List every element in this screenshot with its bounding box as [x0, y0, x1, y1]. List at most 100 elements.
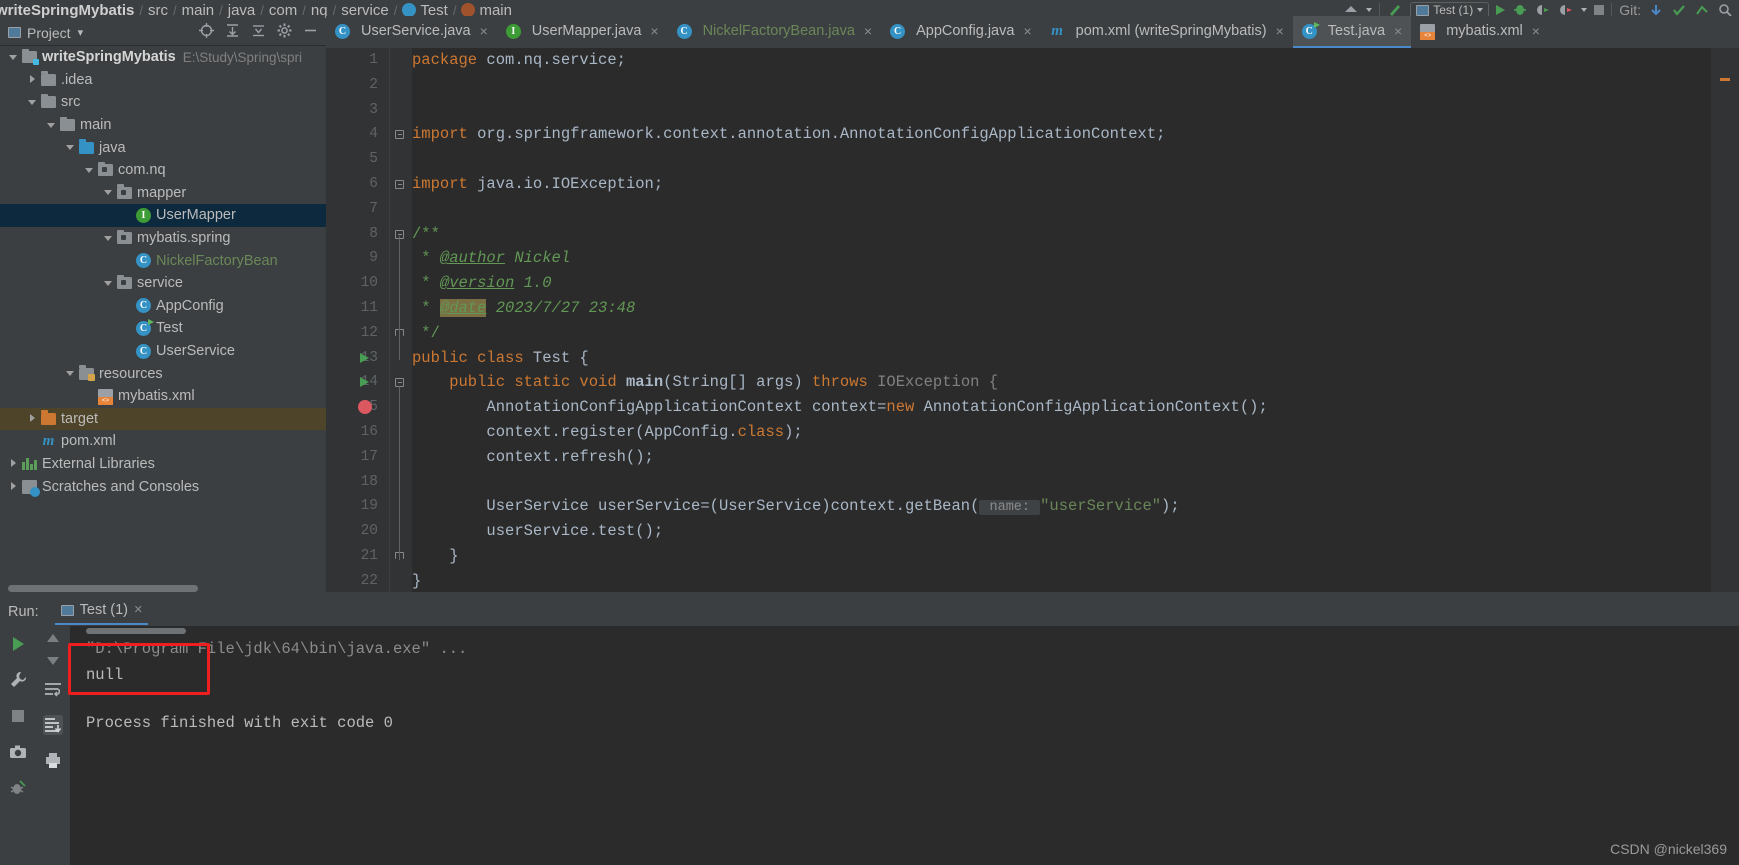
console-output[interactable]: "D:\Program File\jdk\64\bin\java.exe" ..…	[70, 626, 1739, 865]
breadcrumb-item[interactable]: com	[269, 2, 297, 19]
tree-node-service[interactable]: service	[0, 272, 326, 295]
editor-tab-mybatis-xml[interactable]: mybatis.xml ×	[1411, 16, 1549, 48]
project-title[interactable]: Project	[27, 25, 71, 41]
chevron-right-icon[interactable]	[27, 413, 38, 424]
tree-node-appconfig[interactable]: C AppConfig	[0, 295, 326, 318]
chevron-down-icon[interactable]	[103, 278, 114, 289]
hide-icon[interactable]	[303, 23, 318, 43]
tree-node-target[interactable]: target	[0, 407, 326, 431]
editor-fold-column[interactable]	[390, 48, 412, 592]
tree-node-test[interactable]: C Test	[0, 317, 326, 340]
editor-tab-appconfig-java[interactable]: C AppConfig.java ×	[881, 16, 1041, 48]
chevron-down-icon[interactable]	[1366, 8, 1373, 12]
tree-node-nickelfactorybean[interactable]: C NickelFactoryBean	[0, 249, 326, 272]
tree-node-userservice[interactable]: C UserService	[0, 340, 326, 363]
close-icon[interactable]: ×	[1276, 23, 1284, 39]
down-arrow-icon[interactable]	[47, 657, 59, 665]
print-icon[interactable]	[43, 750, 63, 770]
scroll-to-end-icon[interactable]	[43, 715, 63, 735]
thread-dump-icon[interactable]	[8, 778, 28, 798]
chevron-right-icon[interactable]	[8, 458, 19, 469]
project-tree[interactable]: writeSpringMybatis E:\Study\Spring\spri .i…	[0, 46, 326, 585]
tree-node-usermapper[interactable]: I UserMapper	[0, 204, 326, 227]
close-icon[interactable]: ×	[1023, 23, 1031, 39]
expand-all-icon[interactable]	[225, 23, 240, 43]
close-icon[interactable]: ×	[650, 23, 658, 39]
wrench-icon[interactable]	[8, 670, 28, 690]
commit-icon[interactable]	[1671, 3, 1687, 17]
code-text-area[interactable]: package com.nq.service; import org.spring…	[412, 48, 1739, 592]
editor-tab-pom-xml-writespringmybatis-[interactable]: m pom.xml (writeSpringMybatis) ×	[1041, 16, 1293, 48]
chevron-down-icon[interactable]	[27, 97, 38, 108]
chevron-down-icon[interactable]	[1581, 8, 1588, 12]
search-everywhere-icon[interactable]	[1717, 3, 1733, 17]
stop-icon[interactable]	[1594, 5, 1605, 15]
tree-node-mybatis-xml[interactable]: mybatis.xml	[0, 385, 326, 408]
chevron-down-icon[interactable]: ▾	[78, 26, 84, 39]
collapse-all-icon[interactable]	[251, 23, 266, 43]
code-fold-icon[interactable]	[395, 180, 404, 189]
chevron-down-icon[interactable]	[46, 120, 57, 131]
chevron-down-icon[interactable]	[65, 368, 76, 379]
locate-icon[interactable]	[199, 22, 214, 43]
run-gutter-icon[interactable]	[360, 377, 369, 388]
tree-node-java[interactable]: java	[0, 136, 326, 159]
tree-node-external-libraries[interactable]: External Libraries	[0, 453, 326, 476]
chevron-right-icon[interactable]	[8, 481, 19, 492]
chevron-down-icon[interactable]	[84, 165, 95, 176]
code-editor[interactable]: 12345678910111213141516171819202122 pack…	[326, 48, 1739, 592]
close-icon[interactable]: ×	[134, 602, 142, 618]
hammer-icon[interactable]	[1387, 3, 1403, 17]
code-fold-icon[interactable]	[395, 130, 404, 140]
profiler-icon[interactable]	[1558, 3, 1574, 17]
close-icon[interactable]: ×	[1394, 23, 1402, 39]
rerun-icon[interactable]	[8, 634, 28, 654]
stop-icon[interactable]	[8, 706, 28, 726]
tree-node-com-nq[interactable]: com.nq	[0, 159, 326, 182]
run-with-coverage-icon[interactable]	[1535, 3, 1551, 17]
editor-marker-strip[interactable]	[1711, 48, 1739, 592]
breadcrumb-item[interactable]: writeSpringMybatis	[0, 2, 134, 19]
debug-icon[interactable]	[1512, 3, 1528, 17]
tree-node-mybatis-spring[interactable]: mybatis.spring	[0, 227, 326, 250]
chevron-down-icon[interactable]	[65, 142, 76, 153]
chevron-down-icon[interactable]	[103, 187, 114, 198]
chevron-down-icon[interactable]	[103, 233, 114, 244]
tree-node-writespringmybatis[interactable]: writeSpringMybatis E:\Study\Spring\spri	[0, 46, 326, 69]
editor-tab-test-java[interactable]: C Test.java ×	[1292, 16, 1412, 48]
build-icon[interactable]	[1343, 3, 1359, 17]
breadcrumb-item[interactable]: main	[182, 2, 215, 19]
soft-wrap-icon[interactable]	[43, 680, 63, 700]
settings-gear-icon[interactable]	[277, 23, 292, 43]
breadcrumb-item[interactable]: src	[148, 2, 168, 19]
tree-node--idea[interactable]: .idea	[0, 69, 326, 92]
breadcrumb-item[interactable]: java	[228, 2, 256, 19]
tree-node-src[interactable]: src	[0, 91, 326, 114]
editor-tab-nickelfactorybean-java[interactable]: C NickelFactoryBean.java ×	[668, 16, 882, 48]
editor-tab-usermapper-java[interactable]: I UserMapper.java ×	[497, 16, 668, 48]
tree-node-mapper[interactable]: mapper	[0, 182, 326, 205]
editor-tab-userservice-java[interactable]: C UserService.java ×	[326, 16, 497, 48]
tree-node-pom-xml[interactable]: m pom.xml	[0, 430, 326, 453]
run-icon[interactable]	[1496, 5, 1506, 15]
tree-node-scratches-and-consoles[interactable]: Scratches and Consoles	[0, 475, 326, 498]
close-icon[interactable]: ×	[1532, 23, 1540, 39]
marker-stripe[interactable]	[1720, 78, 1730, 81]
run-gutter-icon[interactable]	[360, 352, 369, 363]
fold-guide-line	[399, 386, 400, 560]
close-icon[interactable]: ×	[864, 23, 872, 39]
editor-tab-bar[interactable]: C UserService.java × I UserMapper.java × C Nick…	[326, 16, 1739, 48]
tree-node-resources[interactable]: resources	[0, 362, 326, 385]
chevron-right-icon[interactable]	[27, 74, 38, 85]
up-arrow-icon[interactable]	[47, 634, 59, 642]
editor-gutter[interactable]: 12345678910111213141516171819202122	[326, 48, 390, 592]
console-scrollbar[interactable]	[86, 628, 186, 634]
run-tab[interactable]: Test (1) ×	[54, 599, 149, 625]
update-project-icon[interactable]	[1648, 3, 1664, 17]
project-horizontal-scrollbar[interactable]	[8, 585, 198, 592]
close-icon[interactable]: ×	[480, 23, 488, 39]
camera-icon[interactable]	[8, 742, 28, 762]
history-icon[interactable]	[1694, 3, 1710, 17]
tree-node-main[interactable]: main	[0, 114, 326, 137]
chevron-down-icon[interactable]	[8, 52, 19, 63]
